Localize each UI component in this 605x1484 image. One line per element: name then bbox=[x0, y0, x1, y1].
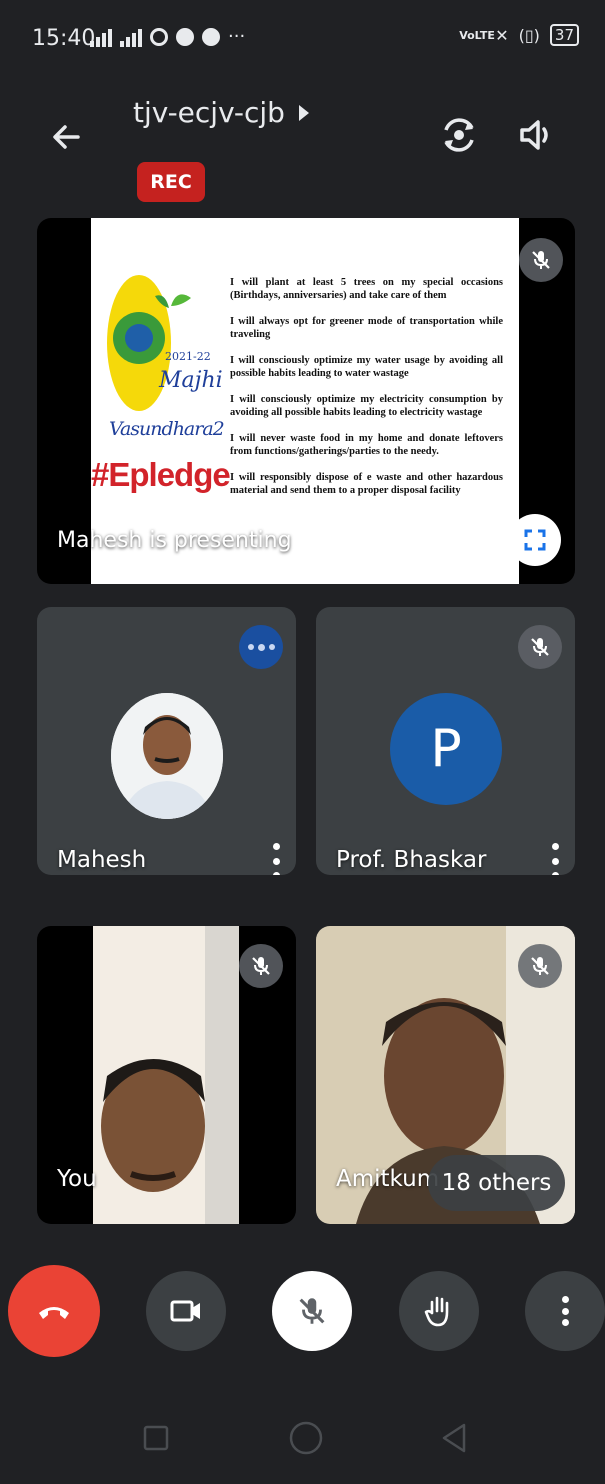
pledge-item: I will consciously optimize my electrici… bbox=[230, 394, 503, 418]
mic-off-badge bbox=[519, 238, 563, 282]
pledge-item: I will never waste food in my home and d… bbox=[230, 433, 503, 457]
mic-off-icon bbox=[531, 638, 549, 656]
battery-icon: 37 bbox=[549, 24, 579, 46]
more-options-icon[interactable] bbox=[550, 843, 560, 875]
speaking-indicator-icon bbox=[239, 625, 283, 669]
participant-tile-you[interactable]: You bbox=[37, 926, 296, 1224]
back-button[interactable] bbox=[48, 118, 86, 156]
meeting-title[interactable]: tjv-ecjv-cjb bbox=[133, 96, 309, 129]
logo-title-2: Vasundhara2 bbox=[109, 418, 225, 440]
gmail-icon bbox=[150, 27, 168, 46]
participant-tile-bhaskar[interactable]: P Prof. Bhaskar bbox=[316, 607, 575, 875]
audio-output-button[interactable] bbox=[516, 114, 558, 156]
more-notifications-icon: ··· bbox=[228, 26, 246, 47]
meeting-code: tjv-ecjv-cjb bbox=[133, 96, 285, 129]
fullscreen-icon bbox=[524, 529, 546, 551]
fullscreen-button[interactable] bbox=[509, 514, 561, 566]
microphone-toggle-button[interactable] bbox=[272, 1271, 352, 1351]
mic-off-icon bbox=[531, 957, 549, 975]
mic-off-icon bbox=[252, 957, 270, 975]
mic-off-icon bbox=[299, 1298, 325, 1324]
status-right-icons: VoLTE ✕ (▯) 37 bbox=[459, 24, 579, 46]
mic-off-icon bbox=[532, 251, 550, 269]
volte-icon: VoLTE bbox=[459, 28, 495, 42]
speaker-icon bbox=[520, 120, 548, 150]
presentation-tile[interactable]: 2021-22 Majhi Vasundhara2 #Epledge I wil… bbox=[37, 218, 575, 584]
more-options-button[interactable] bbox=[525, 1271, 605, 1351]
end-call-icon bbox=[39, 1307, 69, 1319]
back-nav-icon bbox=[442, 1423, 466, 1453]
pledge-item: I will responsibly dispose of e waste an… bbox=[230, 472, 503, 496]
signal-4g-icon bbox=[120, 27, 142, 47]
raise-hand-icon bbox=[424, 1296, 449, 1327]
chevron-right-icon bbox=[298, 104, 309, 121]
mic-off-badge bbox=[518, 944, 562, 988]
arrow-left-icon bbox=[53, 125, 80, 149]
video-camera-icon bbox=[170, 1300, 200, 1322]
status-bar: 15:40 ··· VoLTE ✕ (▯) 37 bbox=[0, 0, 605, 84]
switch-camera-icon bbox=[444, 118, 474, 152]
end-call-button[interactable] bbox=[8, 1265, 100, 1357]
system-nav-bar bbox=[0, 1395, 605, 1484]
mic-off-badge bbox=[239, 944, 283, 988]
vibrate-icon: (▯) bbox=[518, 25, 540, 45]
mic-off-badge bbox=[518, 625, 562, 669]
home-icon bbox=[289, 1421, 323, 1455]
epledge-hashtag: #Epledge bbox=[91, 456, 231, 493]
more-options-icon[interactable] bbox=[271, 843, 281, 875]
status-time: 15:40 bbox=[32, 26, 96, 51]
others-button[interactable]: 18 others bbox=[428, 1155, 565, 1211]
recents-icon bbox=[143, 1425, 169, 1451]
pledge-item: I will always opt for greener mode of tr… bbox=[230, 316, 503, 340]
signal-icon bbox=[90, 27, 112, 47]
whatsapp-icon bbox=[176, 27, 194, 46]
participant-name: You bbox=[57, 1166, 97, 1192]
presenter-label: Mahesh is presenting bbox=[57, 528, 292, 553]
switch-camera-button[interactable] bbox=[438, 114, 480, 156]
participant-name: Mahesh bbox=[57, 847, 147, 873]
status-left-icons: ··· bbox=[90, 26, 245, 47]
camera-toggle-button[interactable] bbox=[146, 1271, 226, 1351]
pledge-item: I will consciously optimize my water usa… bbox=[230, 355, 503, 379]
participant-name: Prof. Bhaskar bbox=[336, 847, 487, 873]
logo-year: 2021-22 bbox=[165, 350, 211, 363]
avatar: P bbox=[390, 693, 502, 805]
more-vert-icon bbox=[560, 1296, 570, 1326]
recording-badge: REC bbox=[137, 162, 205, 202]
participant-tile-mahesh[interactable]: Mahesh bbox=[37, 607, 296, 875]
phone-icon bbox=[202, 27, 220, 46]
participant-name: Amitkum bbox=[336, 1166, 440, 1192]
raise-hand-button[interactable] bbox=[399, 1271, 479, 1351]
avatar bbox=[111, 693, 223, 819]
pledge-item: I will plant at least 5 trees on my spec… bbox=[230, 277, 503, 301]
vibrate-muted-icon: ✕ bbox=[495, 25, 509, 45]
pledge-list: I will plant at least 5 trees on my spec… bbox=[230, 276, 503, 510]
logo-title-1: Majhi bbox=[159, 368, 223, 393]
camera-feed bbox=[93, 926, 239, 1224]
